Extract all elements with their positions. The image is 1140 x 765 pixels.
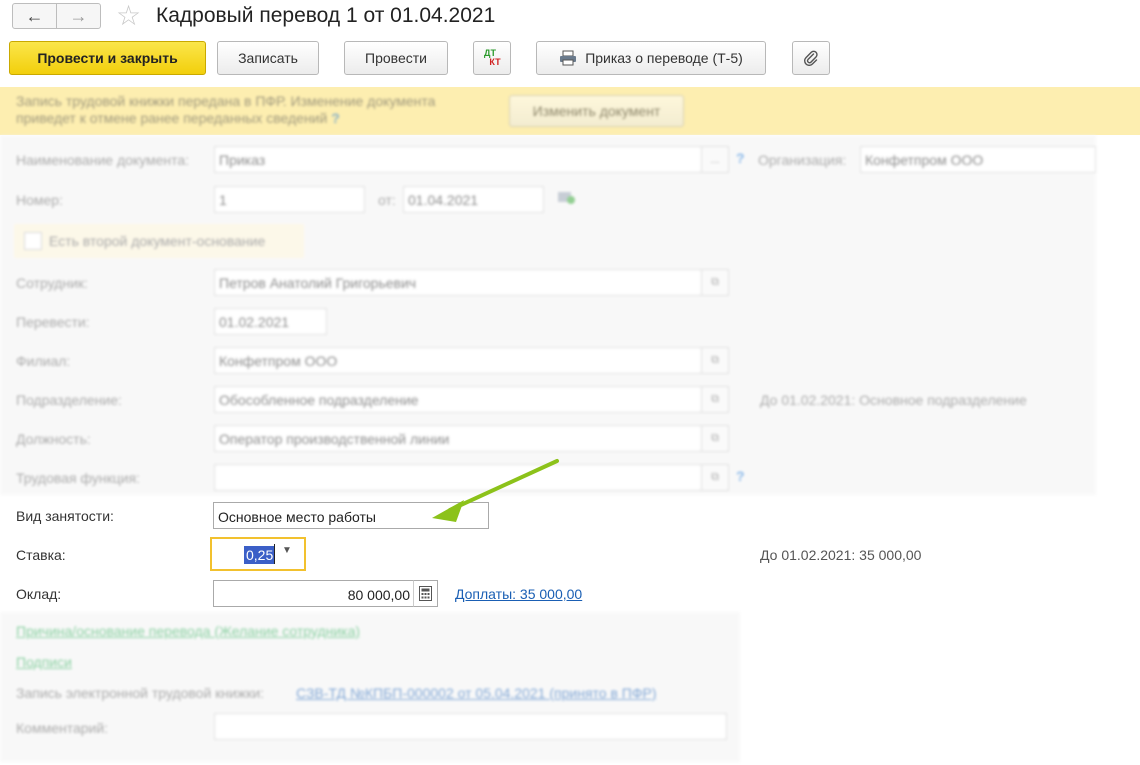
back-button[interactable]: ← [13, 4, 56, 28]
rate-field[interactable]: 0,25 ▼ [210, 537, 306, 571]
open-icon[interactable]: ⧉ [702, 425, 729, 452]
print-order-label: Приказ о переводе (Т-5) [585, 50, 743, 66]
department-field[interactable]: Обособленное подразделение [214, 386, 702, 413]
employee-field[interactable]: Петров Анатолий Григорьевич [214, 269, 702, 296]
attach-button[interactable] [792, 41, 830, 75]
open-icon[interactable]: ⧉ [702, 269, 729, 296]
allowances-link[interactable]: Доплаты: 35 000,00 [455, 586, 582, 602]
chevron-down-icon[interactable]: ▼ [282, 545, 292, 556]
position-label: Должность: [16, 431, 91, 447]
dt-kt-button[interactable]: ДТ КТ [473, 41, 511, 75]
position-field[interactable]: Оператор производственной линии [214, 425, 702, 452]
open-icon[interactable]: ⧉ [702, 464, 729, 491]
branch-field[interactable]: Конфетпром ООО [214, 347, 702, 374]
etk-link[interactable]: СЗВ-ТД №КПБП-000002 от 05.04.2021 (приня… [296, 685, 657, 701]
comment-label: Комментарий: [16, 720, 109, 736]
number-label: Номер: [16, 192, 63, 208]
organization-field[interactable]: Конфетпром ООО [860, 146, 1096, 173]
help-icon[interactable]: ? [736, 150, 745, 166]
change-document-button[interactable]: Изменить документ [509, 95, 684, 127]
doc-name-select-button[interactable]: ... [702, 146, 729, 173]
date-label: от: [378, 192, 396, 208]
department-label: Подразделение: [16, 392, 122, 408]
annotation-arrow-icon [432, 459, 559, 522]
arrow-left-icon: ← [25, 5, 44, 26]
employment-type-label: Вид занятости: [16, 508, 114, 524]
salary-field[interactable]: 80 000,00 [213, 580, 414, 607]
open-icon[interactable]: ⧉ [702, 347, 729, 374]
open-icon[interactable]: ⧉ [702, 386, 729, 413]
text-caret [274, 544, 275, 564]
post-and-close-button[interactable]: Провести и закрыть [9, 41, 206, 75]
doc-name-field[interactable]: Приказ [214, 146, 702, 173]
help-icon[interactable]: ? [331, 110, 340, 126]
rate-label: Ставка: [16, 547, 66, 563]
reason-link[interactable]: Причина/основание перевода (Желание сотр… [16, 623, 360, 639]
organization-label: Организация: [758, 152, 847, 168]
calculator-icon[interactable] [413, 580, 438, 607]
printer-icon [560, 50, 577, 66]
rate-hint: До 01.02.2021: 35 000,00 [760, 547, 922, 563]
warning-text: Запись трудовой книжки передана в ПФР. И… [16, 93, 436, 126]
rate-value: 0,25 [244, 546, 276, 564]
second-basis-checkbox[interactable] [24, 232, 42, 250]
save-button[interactable]: Записать [217, 41, 319, 75]
number-field[interactable]: 1 [214, 186, 365, 213]
forward-button[interactable]: → [56, 4, 100, 28]
date-field[interactable]: 01.04.2021 [403, 186, 544, 213]
department-hint: До 01.02.2021: Основное подразделение [760, 392, 1027, 408]
branch-label: Филиал: [16, 353, 71, 369]
help-icon[interactable]: ? [736, 468, 745, 484]
page-title: Кадровый перевод 1 от 01.04.2021 [156, 4, 496, 27]
signatures-link[interactable]: Подписи [16, 654, 72, 670]
kt-icon-label: КТ [489, 57, 501, 67]
transfer-date-field[interactable]: 01.02.2021 [214, 308, 327, 335]
transfer-label: Перевести: [16, 314, 90, 330]
print-order-button[interactable]: Приказ о переводе (Т-5) [536, 41, 766, 75]
paperclip-icon [803, 50, 818, 66]
star-icon[interactable]: ☆ [116, 0, 141, 32]
comment-field[interactable] [214, 713, 727, 740]
employee-label: Сотрудник: [16, 275, 88, 291]
etk-label: Запись электронной трудовой книжки: [16, 685, 265, 701]
salary-label: Оклад: [16, 586, 62, 602]
navigation-buttons: ← → [12, 3, 101, 29]
doc-name-label: Наименование документа: [16, 152, 190, 168]
approved-icon[interactable] [558, 190, 576, 204]
post-button[interactable]: Провести [344, 41, 448, 75]
arrow-right-icon: → [69, 5, 88, 26]
labor-function-label: Трудовая функция: [16, 470, 140, 486]
second-basis-label: Есть второй документ-основание [49, 233, 266, 249]
